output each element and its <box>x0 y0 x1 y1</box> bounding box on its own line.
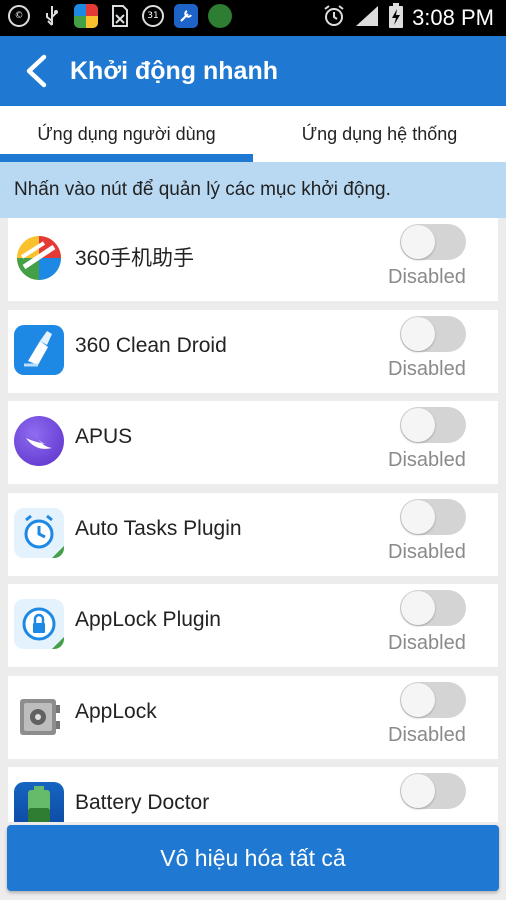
tools-icon <box>174 4 198 28</box>
page-title: Khởi động nhanh <box>70 57 279 85</box>
usb-icon <box>40 4 64 28</box>
applock-plugin-icon <box>14 599 64 649</box>
list-item: APUS Disabled <box>8 401 498 484</box>
startup-toggle[interactable] <box>400 224 466 260</box>
startup-toggle[interactable] <box>400 498 466 535</box>
tab-system-apps[interactable]: Ứng dụng hệ thống <box>253 106 506 162</box>
startup-toggle[interactable] <box>400 407 466 443</box>
applock-icon <box>14 691 64 741</box>
toggle-knob <box>401 591 435 625</box>
startup-toggle[interactable] <box>400 315 466 352</box>
startup-toggle[interactable] <box>400 590 466 626</box>
back-button[interactable] <box>14 48 58 94</box>
app-name: APUS <box>75 425 133 448</box>
startup-toggle[interactable] <box>400 681 466 718</box>
toggle-knob <box>401 408 435 442</box>
signal-icon <box>354 4 380 32</box>
startup-toggle[interactable] <box>400 773 466 809</box>
list-item: AppLock Disabled <box>8 675 498 759</box>
bottom-bar: Vô hiệu hóa tất cả <box>0 822 506 900</box>
list-item: 360 Clean Droid Disabled <box>8 309 498 393</box>
app-name: AppLock Plugin <box>75 608 221 631</box>
alarm-icon <box>322 4 346 32</box>
tab-label: Ứng dụng người dùng <box>37 123 216 144</box>
system-icons: 3:08 PM <box>322 0 494 36</box>
tab-bar: Ứng dụng người dùng Ứng dụng hệ thống <box>0 106 506 162</box>
status-label: Disabled <box>388 449 466 471</box>
app-name: Battery Doctor <box>75 791 210 814</box>
list-item: AppLock Plugin Disabled <box>8 584 498 667</box>
chevron-left-icon <box>26 54 47 88</box>
toggle-knob <box>401 682 435 717</box>
app-name: 360 Clean Droid <box>75 333 227 357</box>
clock: 3:08 PM <box>412 5 494 30</box>
app-bar: Khởi động nhanh <box>0 36 506 106</box>
disable-all-button[interactable]: Vô hiệu hóa tất cả <box>7 825 499 891</box>
list-item: Auto Tasks Plugin Disabled <box>8 492 498 576</box>
calendar-day: 31 <box>147 11 159 21</box>
app-green-icon <box>208 4 232 28</box>
copyright-icon: © <box>8 5 30 27</box>
toggle-knob <box>401 774 435 808</box>
status-label: Disabled <box>388 723 466 746</box>
toggle-knob <box>401 316 435 351</box>
status-bar: © 31 3:08 PM <box>0 0 506 36</box>
list-item: Battery Doctor <box>8 767 498 822</box>
tab-user-apps[interactable]: Ứng dụng người dùng <box>0 106 253 162</box>
battery-charging-icon <box>388 3 404 33</box>
auto-tasks-icon <box>14 507 64 558</box>
app-name: 360手机助手 <box>75 247 195 270</box>
calendar-icon: 31 <box>142 5 164 27</box>
clean-droid-icon <box>14 324 64 375</box>
notification-icons: © 31 <box>8 4 232 28</box>
list-item: 360手机助手 Disabled <box>8 218 498 301</box>
status-label: Disabled <box>388 540 466 563</box>
toggle-knob <box>401 225 435 259</box>
disable-all-label: Vô hiệu hóa tất cả <box>160 844 346 871</box>
toggle-knob <box>401 499 435 534</box>
info-banner: Nhấn vào nút để quản lý các mục khởi độn… <box>0 162 506 218</box>
tab-label: Ứng dụng hệ thống <box>301 123 458 144</box>
status-label: Disabled <box>388 357 466 380</box>
battery-doctor-icon <box>14 782 64 822</box>
status-label: Disabled <box>388 266 466 288</box>
app-list[interactable]: 360手机助手 Disabled 360 Clean Droid Disable… <box>8 218 498 822</box>
sim-off-icon <box>108 4 132 28</box>
app-360-icon <box>74 4 98 28</box>
status-label: Disabled <box>388 632 466 654</box>
app-name: AppLock <box>75 699 157 723</box>
360-assistant-icon <box>14 233 64 283</box>
app-name: Auto Tasks Plugin <box>75 516 242 540</box>
apus-icon <box>14 416 64 466</box>
